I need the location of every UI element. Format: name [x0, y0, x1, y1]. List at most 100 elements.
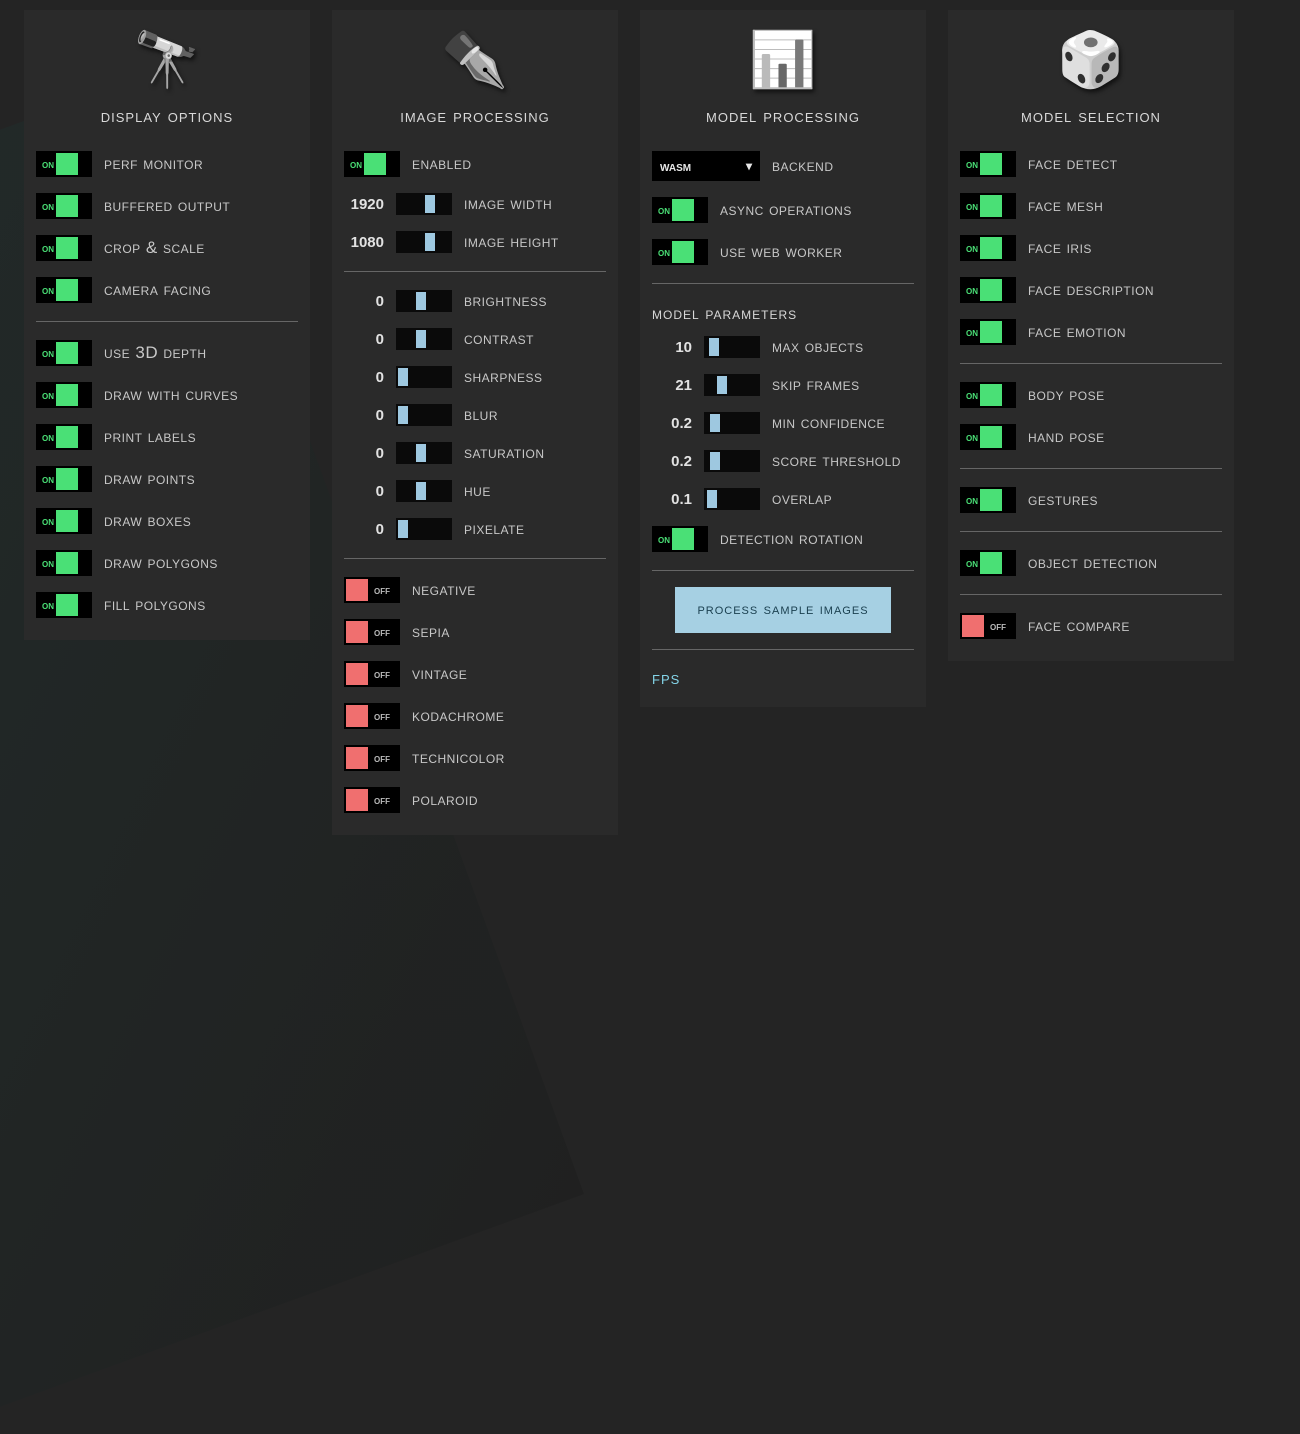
- toggle-knob: [56, 384, 78, 406]
- slider-contrast[interactable]: [396, 328, 452, 350]
- toggle-face-compare[interactable]: off: [960, 613, 1016, 639]
- toggle-knob: [980, 237, 1002, 259]
- toggle-face-iris[interactable]: on: [960, 235, 1016, 261]
- panel-image-processing: ✒️ image processing onenabled 1920image …: [332, 10, 618, 835]
- toggle-sepia[interactable]: off: [344, 619, 400, 645]
- slider-hue[interactable]: [396, 480, 452, 502]
- toggle-knob: [980, 195, 1002, 217]
- toggle-perf-monitor[interactable]: on: [36, 151, 92, 177]
- image-adjustments: 0brightness0contrast0sharpness0blur0satu…: [344, 282, 606, 548]
- row-label: body pose: [1028, 385, 1105, 405]
- toggle-kodachrome[interactable]: off: [344, 703, 400, 729]
- process-sample-images-button[interactable]: process sample images: [675, 587, 890, 633]
- row-label: overlap: [772, 489, 832, 509]
- slider-thumb: [710, 452, 720, 470]
- slider-row-overlap: 0.1overlap: [652, 480, 914, 518]
- slider-row-brightness: 0brightness: [344, 282, 606, 320]
- row-label: perf monitor: [104, 154, 203, 174]
- slider-thumb: [416, 444, 426, 462]
- row-label: enabled: [412, 154, 472, 174]
- slider-image-width[interactable]: [396, 193, 452, 215]
- row-label: buffered output: [104, 196, 230, 216]
- slider-skip-frames[interactable]: [704, 374, 760, 396]
- slider-image-height[interactable]: [396, 231, 452, 253]
- model-sel-gestures: ongestures: [960, 479, 1222, 521]
- slider-blur[interactable]: [396, 404, 452, 426]
- toggle-object-detection[interactable]: on: [960, 550, 1016, 576]
- toggle-gestures[interactable]: on: [960, 487, 1016, 513]
- slider-value: 0: [344, 483, 384, 500]
- slider-value: 0: [344, 445, 384, 462]
- model-params: 10max objects21skip frames0.2min confide…: [652, 328, 914, 518]
- slider-sharpness[interactable]: [396, 366, 452, 388]
- slider-value: 0: [344, 407, 384, 424]
- toggle-state-text: on: [960, 157, 978, 171]
- toggle-fill-polygons[interactable]: on: [36, 592, 92, 618]
- slider-value: 0: [344, 521, 384, 538]
- detection-rotation-row: on detection rotation: [652, 518, 914, 560]
- slider-brightness[interactable]: [396, 290, 452, 312]
- toggle-crop-scale[interactable]: on: [36, 235, 92, 261]
- toggle-draw-points[interactable]: on: [36, 466, 92, 492]
- toggle-draw-polygons[interactable]: on: [36, 550, 92, 576]
- backend-select[interactable]: wasm ▾: [652, 151, 760, 181]
- toggle-face-description[interactable]: on: [960, 277, 1016, 303]
- slider-saturation[interactable]: [396, 442, 452, 464]
- toggle-state-text: on: [652, 532, 670, 546]
- toggle-hand-pose[interactable]: on: [960, 424, 1016, 450]
- toggle-body-pose[interactable]: on: [960, 382, 1016, 408]
- toggle-buffered-output[interactable]: on: [36, 193, 92, 219]
- toggle-vintage[interactable]: off: [344, 661, 400, 687]
- toggle-use-3d-depth[interactable]: on: [36, 340, 92, 366]
- toggle-async-operations[interactable]: on: [652, 197, 708, 223]
- toggle-knob: [980, 279, 1002, 301]
- row-face-description: onface description: [960, 269, 1222, 311]
- toggle-state-text: off: [370, 583, 396, 597]
- toggle-draw-with-curves[interactable]: on: [36, 382, 92, 408]
- slider-min-confidence[interactable]: [704, 412, 760, 434]
- toggle-negative[interactable]: off: [344, 577, 400, 603]
- toggle-knob: [364, 153, 386, 175]
- row-label: contrast: [464, 329, 534, 349]
- toggle-face-emotion[interactable]: on: [960, 319, 1016, 345]
- toggle-knob: [672, 199, 694, 221]
- slider-max-objects[interactable]: [704, 336, 760, 358]
- slider-overlap[interactable]: [704, 488, 760, 510]
- row-face-detect: onface detect: [960, 143, 1222, 185]
- toggle-state-text: on: [36, 346, 54, 360]
- toggle-technicolor[interactable]: off: [344, 745, 400, 771]
- toggle-state-text: on: [36, 283, 54, 297]
- display-group-1: on perf monitor on buffered output oncrop & …: [36, 143, 298, 311]
- row-use-web-worker: onuse web worker: [652, 231, 914, 273]
- panel-title: display options: [101, 106, 233, 133]
- row-label: draw boxes: [104, 511, 191, 531]
- row-body-pose: on body pose: [960, 374, 1222, 416]
- row-vintage: offvintage: [344, 653, 606, 695]
- slider-score-threshold[interactable]: [704, 450, 760, 472]
- row-label: draw points: [104, 469, 195, 489]
- model-sel-object: onobject detection: [960, 542, 1222, 584]
- row-negative: offnegative: [344, 569, 606, 611]
- toggle-draw-boxes[interactable]: on: [36, 508, 92, 534]
- row-label: detection rotation: [720, 529, 863, 549]
- toggle-state-text: off: [370, 709, 396, 723]
- toggle-state-text: off: [986, 619, 1012, 633]
- toggle-face-mesh[interactable]: on: [960, 193, 1016, 219]
- toggle-camera-facing[interactable]: on: [36, 277, 92, 303]
- toggle-knob: [980, 489, 1002, 511]
- toggle-face-detect[interactable]: on: [960, 151, 1016, 177]
- toggle-knob: [56, 279, 78, 301]
- toggle-state-text: on: [36, 199, 54, 213]
- divider: [652, 283, 914, 284]
- toggle-use-web-worker[interactable]: on: [652, 239, 708, 265]
- toggle-polaroid[interactable]: off: [344, 787, 400, 813]
- slider-row-skip-frames: 21skip frames: [652, 366, 914, 404]
- toggle-state-text: off: [370, 625, 396, 639]
- slider-pixelate[interactable]: [396, 518, 452, 540]
- panel-model-processing: 📊 model processing wasm ▾ backend onasyn…: [640, 10, 926, 707]
- row-crop-scale: oncrop & scale: [36, 227, 298, 269]
- toggle-detection-rotation[interactable]: on: [652, 526, 708, 552]
- toggle-print-labels[interactable]: on: [36, 424, 92, 450]
- slider-thumb: [707, 490, 717, 508]
- toggle-enabled[interactable]: on: [344, 151, 400, 177]
